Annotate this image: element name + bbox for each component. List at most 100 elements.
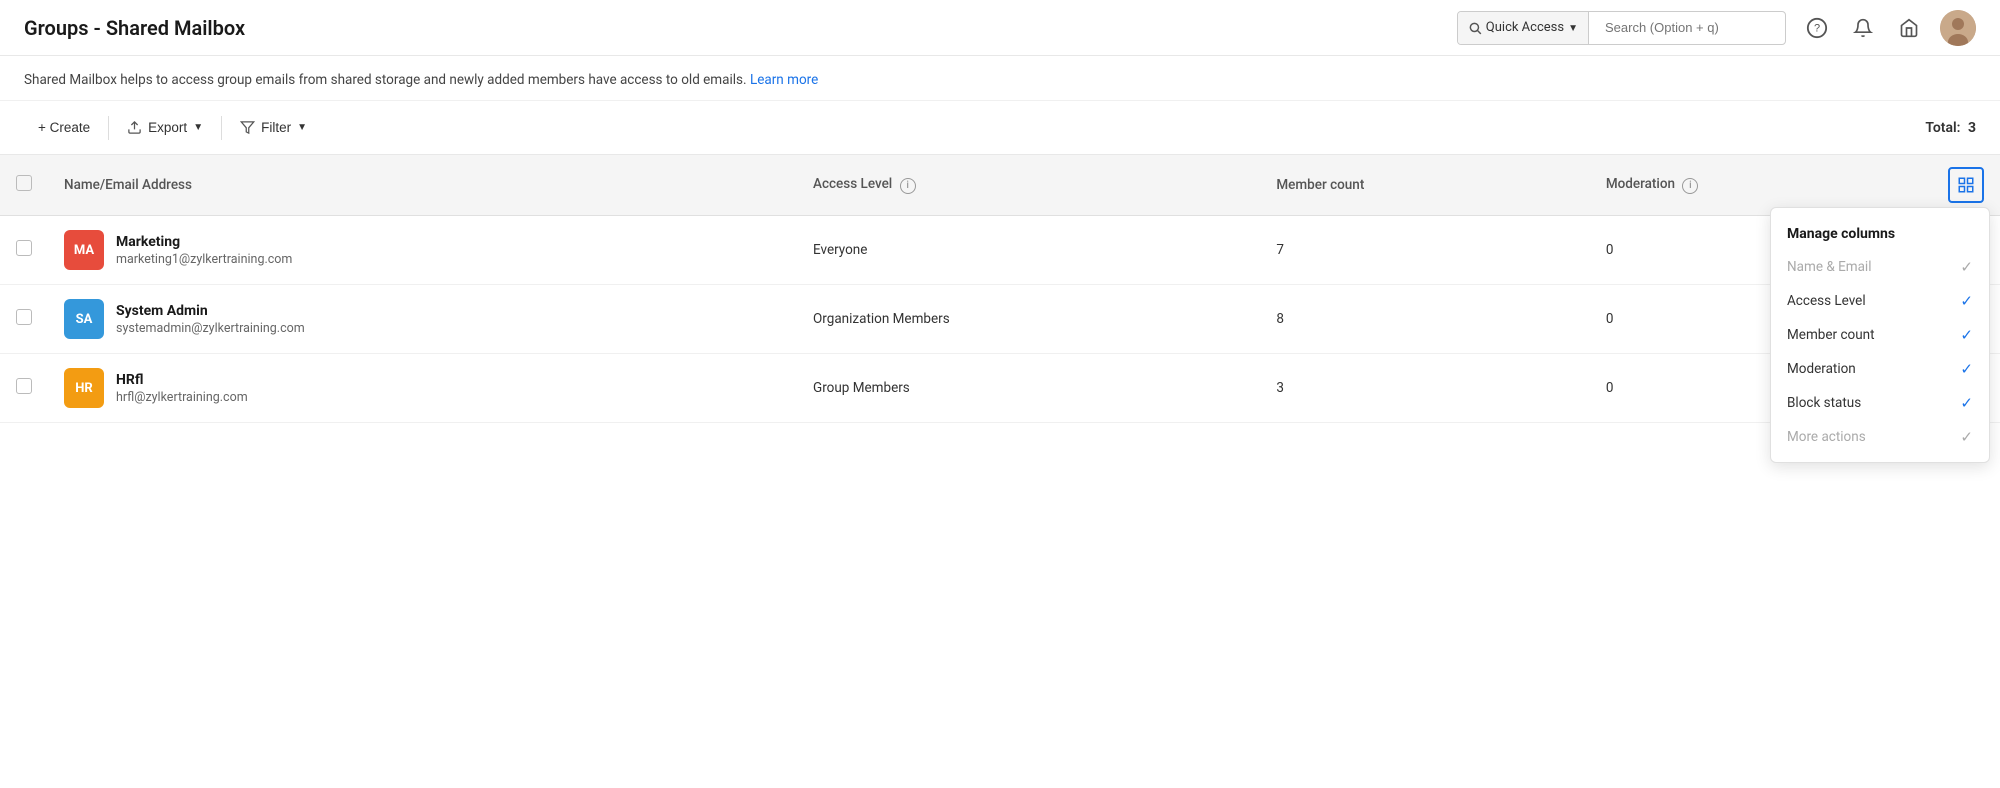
learn-more-link[interactable]: Learn more [750,72,818,88]
member-count-cell: 8 [1260,285,1589,354]
row-checkbox-cell [0,216,48,285]
export-icon [127,120,142,135]
select-all-checkbox[interactable] [16,175,32,191]
member-count-cell: 3 [1260,354,1589,423]
manage-columns-panel: Manage columns Name & Email ✓ Access Lev… [1770,207,1990,463]
export-label: Export [148,120,187,135]
member-count-header: Member count [1260,155,1589,216]
group-email: systemadmin@zylkertraining.com [116,321,305,336]
filter-icon [240,120,255,135]
table-body: MA Marketing marketing1@zylkertraining.c… [0,216,2000,423]
name-cell-text: System Admin systemadmin@zylkertraining.… [116,303,305,336]
row-checkbox[interactable] [16,309,32,325]
column-check-icon: ✓ [1960,360,1973,378]
column-check-icon: ✓ [1960,258,1973,276]
column-check-icon: ✓ [1960,394,1973,412]
quick-access-button[interactable]: Quick Access ▼ [1458,12,1589,44]
group-avatar: SA [64,299,104,339]
filter-button[interactable]: Filter ▼ [226,113,321,142]
export-button[interactable]: Export ▼ [113,113,217,142]
table-row: MA Marketing marketing1@zylkertraining.c… [0,216,2000,285]
access-level-info-icon[interactable]: i [900,178,916,194]
search-bar: Quick Access ▼ [1457,11,1786,45]
name-cell: MA Marketing marketing1@zylkertraining.c… [48,216,797,285]
column-item-label: Block status [1787,395,1861,411]
table-header-row: Name/Email Address Access Level i Member… [0,155,2000,216]
groups-table: Name/Email Address Access Level i Member… [0,155,2000,423]
column-check-icon: ✓ [1960,292,1973,310]
filter-label: Filter [261,120,291,135]
page-title: Groups - Shared Mailbox [24,16,245,40]
help-button[interactable]: ? [1802,13,1832,43]
column-item-label: Moderation [1787,361,1856,377]
column-item-label: Member count [1787,327,1875,343]
total-label: Total: [1925,120,1960,136]
column-item-label: Name & Email [1787,259,1872,275]
access-level-cell: Organization Members [797,285,1260,354]
row-checkbox-cell [0,285,48,354]
group-name: Marketing [116,234,292,250]
member-count-cell: 7 [1260,216,1589,285]
search-icon [1468,21,1482,35]
toolbar-divider-1 [108,116,109,140]
bell-icon [1853,18,1873,38]
group-name: HRfl [116,372,248,388]
name-email-header: Name/Email Address [48,155,797,216]
column-items-container: Name & Email ✓ Access Level ✓ Member cou… [1771,250,1989,454]
chevron-down-icon: ▼ [1568,23,1578,34]
quick-access-label: Quick Access [1486,20,1564,35]
name-cell-text: Marketing marketing1@zylkertraining.com [116,234,292,267]
column-toggle-item[interactable]: Member count ✓ [1771,318,1989,352]
column-toggle-item[interactable]: Moderation ✓ [1771,352,1989,386]
manage-columns-icon [1957,176,1975,194]
search-input[interactable] [1605,20,1785,35]
name-cell: HR HRfl hrfl@zylkertraining.com [48,354,797,423]
manage-columns-title: Manage columns [1771,216,1989,250]
notification-button[interactable] [1848,13,1878,43]
group-email: hrfl@zylkertraining.com [116,390,248,405]
total-count-display: Total: 3 [1925,120,1976,136]
column-toggle-item[interactable]: Access Level ✓ [1771,284,1989,318]
header: Groups - Shared Mailbox Quick Access ▼ ? [0,0,2000,56]
row-checkbox-cell [0,354,48,423]
avatar[interactable] [1940,10,1976,46]
info-text: Shared Mailbox helps to access group ema… [24,72,747,88]
table-row: SA System Admin systemadmin@zylkertraini… [0,285,2000,354]
column-item-label: More actions [1787,429,1866,445]
table-row: HR HRfl hrfl@zylkertraining.com Group Me… [0,354,2000,423]
export-chevron: ▼ [193,122,203,133]
checkbox-header [0,155,48,216]
access-level-cell: Everyone [797,216,1260,285]
header-icons: ? [1802,10,1976,46]
table-container: Name/Email Address Access Level i Member… [0,155,2000,423]
access-level-header: Access Level i [797,155,1260,216]
column-check-icon: ✓ [1960,326,1973,344]
group-avatar: MA [64,230,104,270]
column-item-label: Access Level [1787,293,1866,309]
column-toggle-item[interactable]: More actions ✓ [1771,420,1989,454]
row-checkbox[interactable] [16,378,32,394]
group-name: System Admin [116,303,305,319]
access-level-cell: Group Members [797,354,1260,423]
moderation-info-icon[interactable]: i [1682,178,1698,194]
avatar-image [1940,10,1976,46]
manage-columns-button[interactable] [1948,167,1984,203]
home-icon [1899,18,1919,38]
home-button[interactable] [1894,13,1924,43]
svg-text:?: ? [1814,22,1820,34]
total-count: 3 [1968,120,1976,136]
info-bar: Shared Mailbox helps to access group ema… [0,56,2000,101]
row-checkbox[interactable] [16,240,32,256]
create-label: + Create [38,120,90,135]
group-email: marketing1@zylkertraining.com [116,252,292,267]
filter-chevron: ▼ [297,122,307,133]
column-toggle-item[interactable]: Name & Email ✓ [1771,250,1989,284]
help-icon: ? [1806,17,1828,39]
toolbar: + Create Export ▼ Filter ▼ Total: 3 [0,101,2000,155]
column-toggle-item[interactable]: Block status ✓ [1771,386,1989,420]
group-avatar: HR [64,368,104,408]
toolbar-divider-2 [221,116,222,140]
user-avatar-svg [1940,10,1976,46]
create-button[interactable]: + Create [24,113,104,142]
name-cell: SA System Admin systemadmin@zylkertraini… [48,285,797,354]
